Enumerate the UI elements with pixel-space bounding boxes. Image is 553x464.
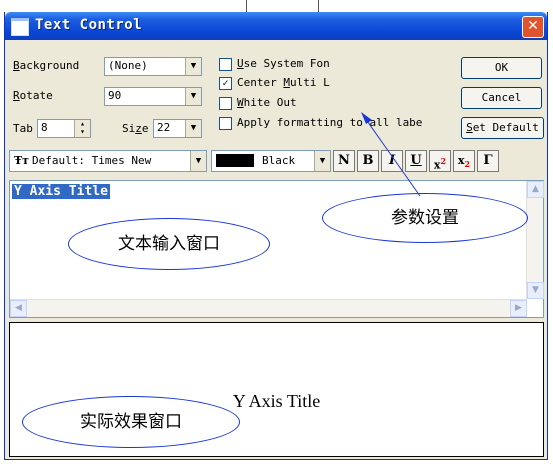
normal-button[interactable]: N [333,150,355,172]
chevron-down-icon[interactable]: ▼ [185,88,201,105]
chevron-down-icon[interactable]: ▼ [185,120,201,137]
background-label: Background [13,59,80,72]
scroll-up-icon[interactable]: ▲ [527,181,544,198]
size-label: Size [122,122,149,135]
size-value: 22 [157,121,171,134]
size-select[interactable]: 22 ▼ [153,119,202,138]
rotate-select[interactable]: 90 ▼ [104,87,202,106]
background-value: (None) [108,59,148,72]
title-bar: Text Control ✕ [5,12,547,40]
background-line-1 [246,0,247,12]
ok-button[interactable]: OK [461,57,542,79]
color-swatch [216,154,254,167]
scroll-right-icon[interactable]: ▶ [510,300,527,317]
vertical-scrollbar[interactable]: ▲ ▼ [526,181,544,299]
scroll-left-icon[interactable]: ◀ [10,300,27,317]
greek-button[interactable]: Γ [477,150,499,172]
truetype-font-icon: Ŧт [14,154,30,167]
tab-value: 8 [41,121,48,134]
close-button[interactable]: ✕ [522,16,544,38]
color-select[interactable]: Black ▼ [211,150,331,172]
italic-button[interactable]: I [381,150,403,172]
bold-button[interactable]: B [357,150,379,172]
color-value: Black [262,154,296,167]
underline-button[interactable]: U [405,150,427,172]
scroll-down-icon[interactable]: ▼ [527,282,544,299]
font-select[interactable]: Ŧт Default: Times New ▼ [9,150,207,172]
cancel-button[interactable]: Cancel [461,87,542,109]
use-system-font-checkbox[interactable] [219,58,232,71]
apply-formatting-checkbox[interactable] [219,117,232,130]
background-line-2 [318,0,319,12]
tab-label: Tab [13,122,33,135]
white-out-checkbox[interactable] [219,97,232,110]
chevron-down-icon[interactable]: ▼ [190,151,206,171]
window-title: Text Control [35,17,143,33]
superscript-button[interactable]: x2 [429,150,451,172]
rotate-label: Rotate [13,89,53,102]
window-icon [11,18,29,36]
chevron-down-icon[interactable]: ▼ [314,151,330,171]
chevron-down-icon[interactable]: ▼ [185,58,201,75]
set-default-button[interactable]: Set Default [461,117,544,139]
font-value: Default: Times New [32,154,152,167]
horizontal-scrollbar[interactable]: ◀ ▶ [10,299,527,317]
result-annotation: 实际效果窗口 [22,396,240,448]
param-annotation: 参数设置 [322,193,528,243]
use-system-font-label: Use System Fon [237,57,330,70]
white-out-label: White Out [237,96,297,109]
background-select[interactable]: (None) ▼ [104,57,202,76]
rotate-value: 90 [108,89,122,102]
center-multi-line-label: Center Multi L [237,76,330,89]
input-annotation: 文本输入窗口 [68,218,270,270]
center-multi-line-checkbox[interactable]: ✓ [219,77,232,90]
spinner-icon[interactable]: ▴ ▾ [74,120,90,137]
subscript-button[interactable]: x2 [453,150,475,172]
apply-formatting-label: Apply formatting to all labe [237,116,423,129]
tab-spinner[interactable]: 8 ▴ ▾ [37,119,91,138]
selected-text[interactable]: Y Axis Title [12,184,110,199]
